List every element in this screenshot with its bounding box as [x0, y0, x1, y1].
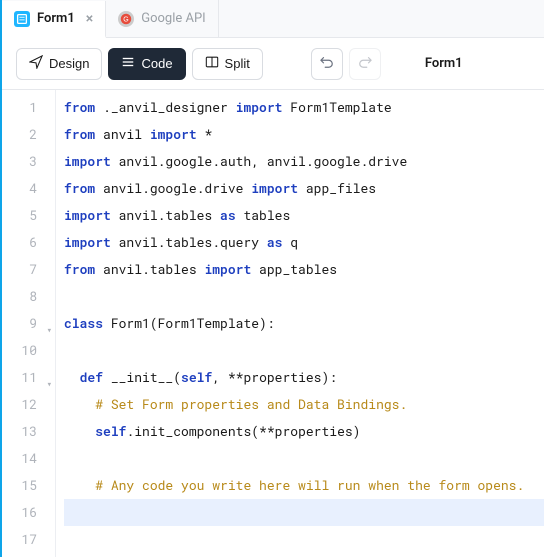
toolbar: Design Code Split Form1 — [2, 38, 544, 90]
line-number: 13 — [2, 418, 55, 445]
code-line[interactable]: from anvil import * — [64, 121, 544, 148]
line-number: 11▾ — [2, 364, 55, 391]
line-number: 1 — [2, 94, 55, 121]
line-number: 3 — [2, 148, 55, 175]
code-line[interactable]: def __init__(self, **properties): — [64, 364, 544, 391]
tab-google-api[interactable]: G Google API — [106, 0, 218, 37]
code-line[interactable] — [64, 283, 544, 310]
code-line[interactable]: class Form1(Form1Template): — [64, 310, 544, 337]
line-number: 4 — [2, 175, 55, 202]
google-icon: G — [118, 11, 134, 27]
tab-label: Google API — [141, 11, 205, 26]
code-line[interactable]: import anvil.tables.query as q — [64, 229, 544, 256]
code-line[interactable]: from anvil.google.drive import app_files — [64, 175, 544, 202]
line-number: 9▾ — [2, 310, 55, 337]
breadcrumb: Form1 — [425, 56, 463, 71]
line-number: 14 — [2, 445, 55, 472]
split-button[interactable]: Split — [192, 48, 263, 80]
line-number-gutter: 123456789▾1011▾121314151617 — [2, 90, 56, 557]
code-button[interactable]: Code — [108, 48, 185, 80]
undo-button[interactable] — [311, 48, 343, 80]
code-line[interactable] — [64, 337, 544, 364]
form-icon — [14, 11, 30, 27]
code-line[interactable] — [64, 445, 544, 472]
paper-plane-icon — [29, 55, 43, 72]
svg-text:G: G — [123, 16, 128, 23]
line-number: 15 — [2, 472, 55, 499]
line-number: 5 — [2, 202, 55, 229]
button-label: Design — [49, 56, 89, 71]
line-number: 7 — [2, 256, 55, 283]
code-line[interactable]: self.init_components(**properties) — [64, 418, 544, 445]
close-icon[interactable]: × — [86, 11, 93, 27]
tab-bar: Form1 × G Google API — [2, 0, 544, 38]
line-number: 10 — [2, 337, 55, 364]
redo-button[interactable] — [349, 48, 381, 80]
design-button[interactable]: Design — [16, 48, 102, 80]
line-number: 2 — [2, 121, 55, 148]
line-number: 6 — [2, 229, 55, 256]
code-line[interactable]: import anvil.google.auth, anvil.google.d… — [64, 148, 544, 175]
line-number: 12 — [2, 391, 55, 418]
tab-form1[interactable]: Form1 × — [2, 1, 106, 38]
code-line[interactable]: from anvil.tables import app_tables — [64, 256, 544, 283]
code-line[interactable] — [64, 526, 544, 553]
code-area[interactable]: from ._anvil_designer import Form1Templa… — [56, 90, 544, 557]
redo-icon — [358, 55, 372, 72]
code-line[interactable]: # Any code you write here will run when … — [64, 472, 544, 499]
line-number: 8 — [2, 283, 55, 310]
tab-label: Form1 — [37, 11, 75, 26]
code-line[interactable]: from ._anvil_designer import Form1Templa… — [64, 94, 544, 121]
code-editor[interactable]: 123456789▾1011▾121314151617 from ._anvil… — [2, 90, 544, 557]
split-icon — [205, 55, 219, 72]
code-line[interactable]: # Set Form properties and Data Bindings. — [64, 391, 544, 418]
button-label: Split — [225, 56, 250, 71]
history-group — [311, 48, 381, 80]
line-number: 17 — [2, 526, 55, 553]
undo-icon — [320, 55, 334, 72]
code-line[interactable] — [64, 499, 544, 526]
line-number: 16 — [2, 499, 55, 526]
view-mode-group: Design Code Split — [16, 48, 263, 80]
list-icon — [121, 55, 135, 72]
button-label: Code — [141, 56, 172, 71]
code-line[interactable]: import anvil.tables as tables — [64, 202, 544, 229]
